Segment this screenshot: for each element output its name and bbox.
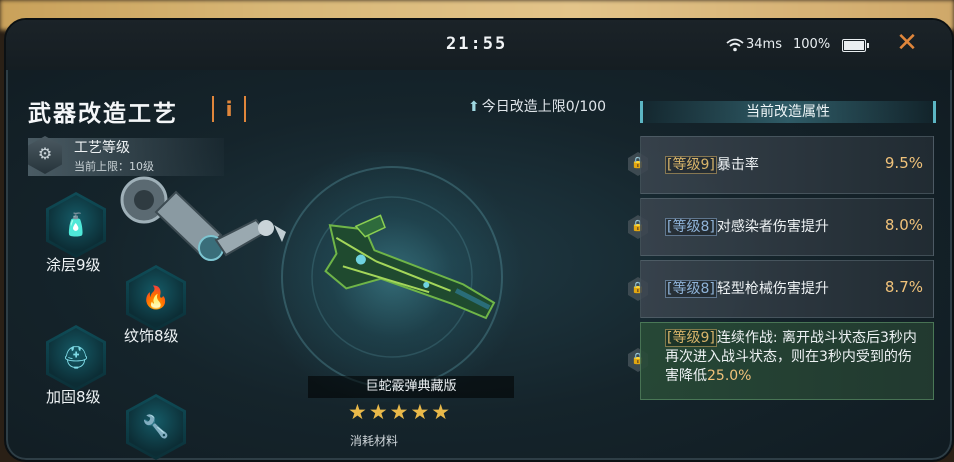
craft-level-title: 工艺等级 (74, 140, 130, 156)
attribute-name: 暴击率 (716, 157, 759, 173)
battery-icon (842, 39, 869, 52)
game-panel: 21:55 34ms 100% ✕ 武器改造工艺 i ⬆ 今日改造上限0/100 … (4, 18, 954, 462)
attribute-level-tag: [等级8] (665, 218, 717, 236)
attribute-name: 对感染者伤害提升 (716, 219, 829, 235)
attribute-label: [等级8] 轻型枪械伤害提升 (665, 278, 829, 298)
close-icon[interactable]: ✕ (894, 30, 920, 56)
wifi-icon (726, 38, 744, 52)
spray-can-icon: 🧴 (49, 195, 103, 255)
mod-node-drill[interactable]: 🔧 (126, 394, 186, 460)
consume-label: 消耗材料 (350, 434, 399, 448)
battery-percent: 100% (793, 37, 831, 52)
mod-label-reinforce: 加固8级 (46, 388, 101, 406)
weapon-display (232, 152, 552, 402)
daily-limit: ⬆ 今日改造上限0/100 (468, 96, 606, 116)
attribute-level-tag: [等级9] (665, 329, 717, 347)
drill-icon: 🔧 (129, 397, 183, 457)
attribute-row-special: [等级9] 连续作战: 离开战斗状态后3秒内再次进入战斗状态，则在3秒内受到的伤害… (640, 322, 934, 400)
attribute-special-value: 25.0% (707, 368, 752, 384)
attribute-value: 8.7% (884, 278, 923, 296)
attribute-level-tag: [等级8] (665, 280, 717, 298)
attribute-value: 9.5% (884, 154, 923, 172)
attribute-special-text: [等级9] 连续作战: 离开战斗状态后3秒内再次进入战斗状态，则在3秒内受到的伤害… (665, 329, 923, 386)
attributes-header: 当前改造属性 (640, 101, 936, 123)
page-title: 武器改造工艺 (28, 101, 178, 127)
attribute-label: [等级9] 暴击率 (665, 154, 759, 174)
attribute-name: 轻型枪械伤害提升 (716, 281, 829, 297)
status-bar: 21:55 34ms 100% ✕ (6, 20, 952, 70)
info-icon: i (225, 97, 233, 121)
mod-label-coating: 涂层9级 (46, 256, 101, 274)
mod-node-coating[interactable]: 🧴 (46, 192, 106, 258)
attribute-row: [等级9] 暴击率 9.5% (640, 136, 934, 194)
mod-label-pattern: 纹饰8级 (124, 327, 179, 345)
weapon-name: 巨蛇霰弹典藏版 (308, 376, 514, 398)
info-button[interactable]: i (212, 96, 246, 122)
attribute-row: [等级8] 对感染者伤害提升 8.0% (640, 198, 934, 256)
up-arrow-icon: ⬆ (468, 99, 480, 115)
clock: 21:55 (446, 34, 508, 54)
ping-text: 34ms (746, 37, 782, 52)
attribute-row: [等级8] 轻型枪械伤害提升 8.7% (640, 260, 934, 318)
mod-node-reinforce[interactable]: ⛑ (46, 325, 106, 391)
daily-limit-text: 今日改造上限0/100 (481, 99, 607, 115)
attribute-label: [等级8] 对感染者伤害提升 (665, 216, 829, 236)
attribute-level-tag: [等级9] (665, 156, 717, 174)
star-rating: ★★★★★ (348, 400, 453, 424)
shotgun-image (281, 166, 503, 388)
attribute-value: 8.0% (884, 216, 923, 234)
welding-mask-icon: ⛑ (49, 328, 103, 388)
